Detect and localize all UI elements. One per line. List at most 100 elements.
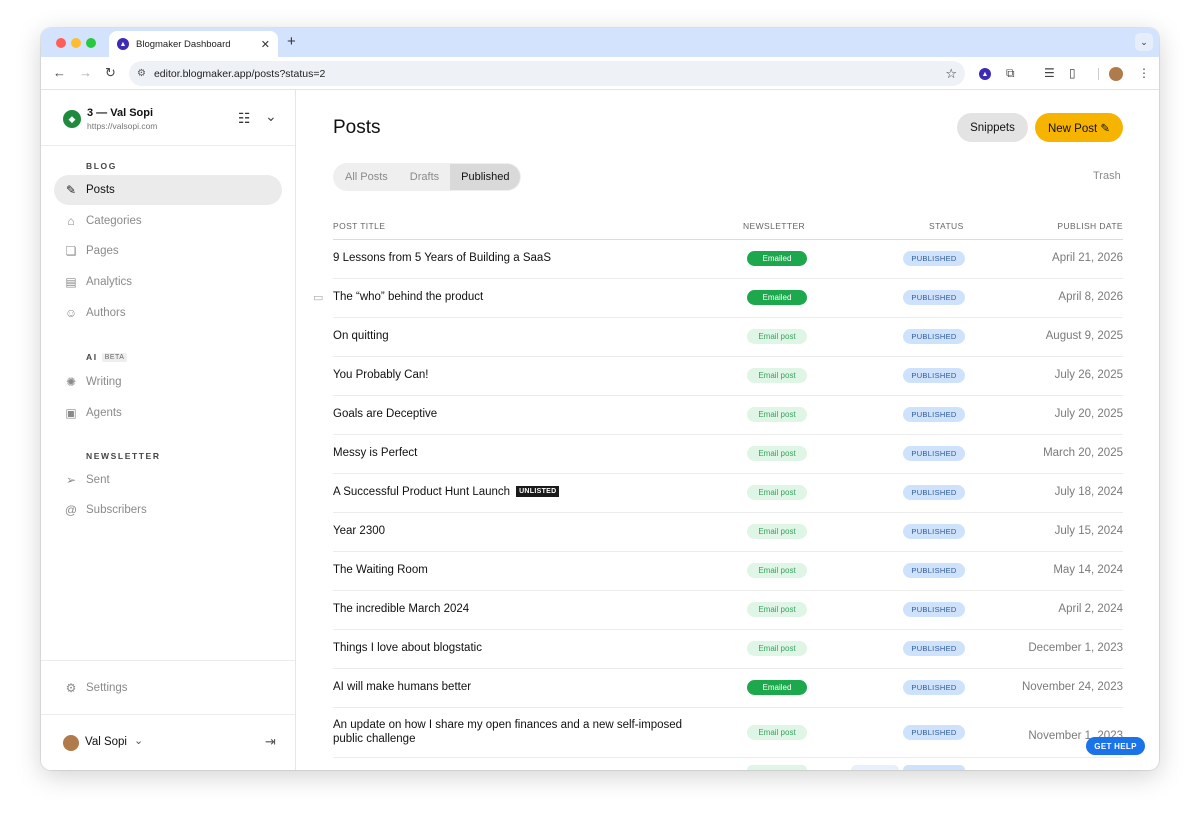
browser-toolbar: ← → ↻ ⚙ editor.blogmaker.app/posts?statu… <box>41 57 1159 90</box>
chevron-down-icon[interactable]: ⌄ <box>134 734 143 747</box>
newsletter-badge[interactable]: Email post <box>747 368 807 383</box>
status-tabs: All Posts Drafts Published <box>333 163 522 191</box>
post-title-text: Messy is Perfect <box>333 447 418 459</box>
avatar[interactable] <box>63 735 79 751</box>
table-row[interactable]: The incredible March 2024 Email post PUBLI… <box>333 591 1123 630</box>
table-row[interactable]: The Waiting Room Email post PUBLISHED May 1… <box>333 552 1123 591</box>
newsletter-badge[interactable]: Email post <box>747 446 807 461</box>
maximize-window-button[interactable] <box>86 38 96 48</box>
extensions-puzzle-icon[interactable]: ⧉ <box>1006 66 1015 81</box>
newsletter-badge[interactable]: Email post <box>747 725 807 740</box>
site-switcher[interactable]: ◆ 3 — Val Sopi https://valsopi.com ☷ ⌄ <box>41 90 295 146</box>
toolbar-divider <box>1098 68 1099 80</box>
side-panel-book-icon[interactable]: ▯ <box>1069 66 1076 80</box>
new-post-button[interactable]: New Post ✎ <box>1035 113 1123 142</box>
tab-close-icon[interactable]: ✕ <box>261 38 270 51</box>
publish-date: March 20, 2025 <box>1043 447 1123 459</box>
chevron-down-icon[interactable]: ⌄ <box>265 108 277 125</box>
newsletter-badge[interactable]: Email post <box>747 641 807 656</box>
tab-all-posts[interactable]: All Posts <box>334 164 399 190</box>
sidebar-item-posts[interactable]: ✎ Posts <box>54 175 282 205</box>
column-header-date[interactable]: PUBLISH DATE <box>1057 221 1123 231</box>
publish-date: April 2, 2024 <box>1058 603 1123 615</box>
blogmaker-favicon-icon: ▲ <box>117 38 129 50</box>
sidebar-item-authors[interactable]: ☺ Authors <box>54 298 282 328</box>
sidebar-item-settings[interactable]: ⚙ Settings <box>54 673 282 703</box>
table-row[interactable]: Things I love about blogstatic Email post… <box>333 630 1123 669</box>
column-header-status[interactable]: STATUS <box>929 221 964 231</box>
tab-search-chevron-icon[interactable]: ⌄ <box>1135 33 1153 51</box>
table-row[interactable]: Messy is Perfect Email post PUBLISHED March… <box>333 435 1123 474</box>
browser-tab[interactable]: ▲ Blogmaker Dashboard ✕ <box>109 31 278 57</box>
reading-list-icon[interactable]: ☰ <box>1044 66 1055 80</box>
newsletter-badge[interactable]: Email post <box>747 563 807 578</box>
post-title[interactable]: You Probably Can! <box>333 369 428 381</box>
sidebar-item-agents[interactable]: ▣ Agents <box>54 398 282 428</box>
extension-blogmaker-icon[interactable]: ▲ <box>979 68 991 80</box>
new-post-label: New Post <box>1047 122 1098 135</box>
bookmark-star-icon[interactable]: ☆ <box>945 66 957 82</box>
post-title[interactable]: Year 2300 <box>333 525 385 537</box>
newsletter-badge[interactable]: Email post <box>747 485 807 500</box>
pages-icon: ❏ <box>65 244 77 258</box>
tab-drafts[interactable]: Drafts <box>399 164 450 190</box>
table-row[interactable]: 9 Lessons from 5 Years of Building a Saa… <box>333 240 1123 279</box>
post-title[interactable]: The Waiting Room <box>333 564 428 576</box>
table-row[interactable]: You Probably Can! Email post PUBLISHED July… <box>333 357 1123 396</box>
column-header-newsletter[interactable]: NEWSLETTER <box>743 221 805 231</box>
status-badge: PUBLISHED <box>903 725 965 740</box>
snippets-button[interactable]: Snippets <box>957 113 1028 142</box>
sidebar-item-writing[interactable]: ✺ Writing <box>54 367 282 397</box>
post-title[interactable]: The “who” behind the product <box>333 291 483 303</box>
new-tab-button[interactable]: + <box>287 33 296 50</box>
sidebar-item-analytics[interactable]: ▤ Analytics <box>54 267 282 297</box>
browser-menu-icon[interactable]: ⋮ <box>1138 66 1150 80</box>
table-row[interactable]: AI will make humans better Emailed PUBLISH… <box>333 669 1123 708</box>
table-row[interactable]: On quitting Email post PUBLISHED August 9, … <box>333 318 1123 357</box>
post-title[interactable]: Messy is Perfect <box>333 447 417 459</box>
publish-date: July 15, 2024 <box>1054 525 1123 537</box>
post-title[interactable]: On quitting <box>333 330 389 342</box>
close-window-button[interactable] <box>56 38 66 48</box>
newsletter-badge[interactable]: Email post <box>747 524 807 539</box>
post-title[interactable]: An update on how I share my open finance… <box>333 718 683 746</box>
post-title[interactable]: A Successful Product Hunt Launch UNLISTED <box>333 486 560 498</box>
newsletter-badge[interactable]: Email post <box>747 407 807 422</box>
publish-date: December 1, 2023 <box>1028 642 1123 654</box>
minimize-window-button[interactable] <box>71 38 81 48</box>
post-title[interactable]: Things I love about blogstatic <box>333 642 482 654</box>
reload-icon[interactable]: ↻ <box>105 65 116 81</box>
profile-avatar[interactable] <box>1109 67 1123 81</box>
sidebar-item-subscribers[interactable]: @ Subscribers <box>54 495 282 525</box>
table-row[interactable]: Year 2300 Email post PUBLISHED July 15, 202… <box>333 513 1123 552</box>
sliders-icon[interactable]: ☷ <box>238 110 251 127</box>
column-header-title[interactable]: POST TITLE <box>333 221 385 231</box>
post-title-text: An update on how I share my open finance… <box>333 719 683 745</box>
post-title[interactable]: 9 Lessons from 5 Years of Building a Saa… <box>333 252 551 264</box>
user-name[interactable]: Val Sopi <box>85 736 127 748</box>
address-bar[interactable]: ⚙ editor.blogmaker.app/posts?status=2 ☆ <box>129 61 965 86</box>
logout-icon[interactable]: ⇥ <box>265 734 276 750</box>
table-row[interactable]: Goals are Deceptive Email post PUBLISHED Ju… <box>333 396 1123 435</box>
sidebar-item-pages[interactable]: ❏ Pages <box>54 236 282 266</box>
post-title[interactable]: The incredible March 2024 <box>333 603 469 615</box>
table-row[interactable]: A Successful Product Hunt Launch UNLISTED… <box>333 474 1123 513</box>
forward-arrow-icon[interactable]: → <box>79 65 92 80</box>
post-title[interactable]: AI will make humans better <box>333 681 471 693</box>
table-row[interactable]: An update on how I share my open finance… <box>333 708 1123 758</box>
tab-published[interactable]: Published <box>450 164 521 190</box>
document-icon[interactable]: ▭ <box>313 291 323 304</box>
back-arrow-icon[interactable]: ← <box>53 65 66 80</box>
sidebar-item-sent[interactable]: ➢ Sent <box>54 465 282 495</box>
sidebar-item-categories[interactable]: ⌂ Categories <box>54 206 282 236</box>
get-help-button[interactable]: GET HELP <box>1086 737 1145 755</box>
post-title[interactable]: Goals are Deceptive <box>333 408 437 420</box>
table-row[interactable]: The “who” behind the product ▭ Emailed PUBL… <box>313 279 1123 318</box>
site-url: https://valsopi.com <box>87 121 158 131</box>
site-settings-icon[interactable]: ⚙ <box>137 68 146 79</box>
newsletter-badge[interactable]: Email post <box>747 602 807 617</box>
newsletter-badge[interactable]: Email post <box>747 329 807 344</box>
sidebar-item-label: Writing <box>86 376 122 388</box>
trash-link[interactable]: Trash <box>1093 170 1121 182</box>
app: ◆ 3 — Val Sopi https://valsopi.com ☷ ⌄ B… <box>41 90 1159 770</box>
